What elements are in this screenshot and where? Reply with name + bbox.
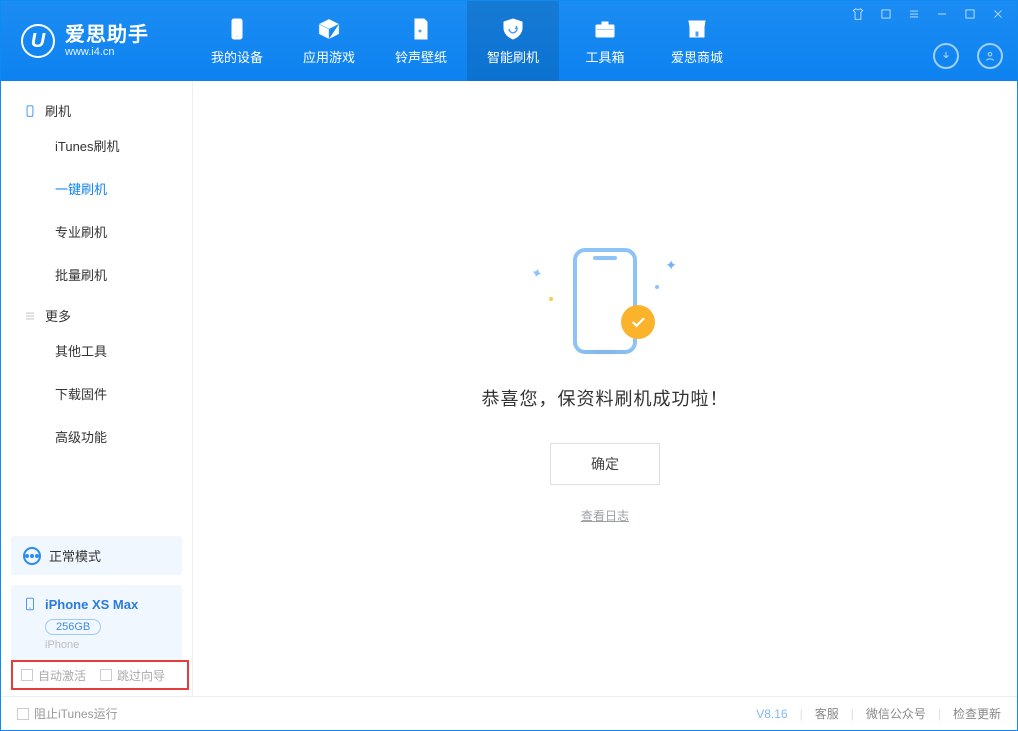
- refresh-shield-icon: [501, 17, 525, 41]
- sidebar-item-pro-flash[interactable]: 专业刷机: [1, 210, 192, 253]
- toolbox-icon: [593, 17, 617, 41]
- version-label: V8.16: [756, 707, 787, 721]
- tab-flash[interactable]: 智能刷机: [467, 1, 559, 81]
- close-icon[interactable]: [991, 7, 1005, 21]
- auto-activate-checkbox[interactable]: 自动激活: [21, 667, 86, 684]
- tab-store[interactable]: 爱思商城: [651, 1, 743, 81]
- main-content: ✦ ✦ 恭喜您，保资料刷机成功啦！ 确定 查看日志: [193, 81, 1017, 696]
- sidebar: 刷机 iTunes刷机 一键刷机 专业刷机 批量刷机 更多 其他工具 下载固件 …: [1, 81, 193, 696]
- sidebar-item-itunes-flash[interactable]: iTunes刷机: [1, 124, 192, 167]
- device-name: iPhone XS Max: [45, 597, 138, 612]
- support-link[interactable]: 客服: [815, 705, 839, 722]
- maximize-icon[interactable]: [963, 7, 977, 21]
- logo-icon: U: [21, 24, 55, 58]
- window-controls: [851, 7, 1005, 21]
- minimize-icon[interactable]: [935, 7, 949, 21]
- mode-icon: [23, 547, 41, 565]
- sidebar-item-other-tools[interactable]: 其他工具: [1, 329, 192, 372]
- flash-result: ✦ ✦ 恭喜您，保资料刷机成功啦！ 确定 查看日志: [193, 241, 1017, 524]
- app-header: U 爱思助手 www.i4.cn 我的设备 应用游戏 铃声壁纸 智能刷机 工具箱: [1, 1, 1017, 81]
- success-illustration: ✦ ✦: [525, 241, 685, 361]
- device-icon: [225, 17, 249, 41]
- tab-apps[interactable]: 应用游戏: [283, 1, 375, 81]
- device-info[interactable]: iPhone XS Max 256GB iPhone: [11, 585, 182, 661]
- app-title: 爱思助手: [65, 24, 149, 46]
- sidebar-group-flash: 刷机: [1, 91, 192, 124]
- view-log-link[interactable]: 查看日志: [581, 507, 629, 524]
- mode-status: 正常模式: [11, 536, 182, 575]
- app-logo: U 爱思助手 www.i4.cn: [1, 1, 191, 81]
- store-icon: [685, 17, 709, 41]
- tshirt-icon[interactable]: [851, 7, 865, 21]
- box-icon[interactable]: [879, 7, 893, 21]
- tab-toolbox[interactable]: 工具箱: [559, 1, 651, 81]
- sidebar-item-onekey-flash[interactable]: 一键刷机: [1, 167, 192, 210]
- option-highlight-box: 自动激活 跳过向导: [11, 660, 189, 690]
- nav-tabs: 我的设备 应用游戏 铃声壁纸 智能刷机 工具箱 爱思商城: [191, 1, 743, 81]
- stop-itunes-checkbox[interactable]: 阻止iTunes运行: [17, 705, 118, 722]
- menu-icon[interactable]: [907, 7, 921, 21]
- lines-icon: [23, 309, 37, 323]
- music-file-icon: [409, 17, 433, 41]
- tab-mydevice[interactable]: 我的设备: [191, 1, 283, 81]
- header-actions: [933, 43, 1003, 69]
- footer: 阻止iTunes运行 V8.16 | 客服 | 微信公众号 | 检查更新: [1, 696, 1017, 730]
- device-storage: 256GB: [45, 619, 101, 635]
- wechat-link[interactable]: 微信公众号: [866, 705, 926, 722]
- tab-ringtone[interactable]: 铃声壁纸: [375, 1, 467, 81]
- result-message: 恭喜您，保资料刷机成功啦！: [482, 385, 729, 411]
- update-link[interactable]: 检查更新: [953, 705, 1001, 722]
- download-button[interactable]: [933, 43, 959, 69]
- ok-button[interactable]: 确定: [550, 443, 660, 485]
- account-button[interactable]: [977, 43, 1003, 69]
- phone-icon: [23, 595, 37, 613]
- sidebar-item-batch-flash[interactable]: 批量刷机: [1, 253, 192, 296]
- device-type: iPhone: [45, 639, 170, 651]
- sidebar-group-more: 更多: [1, 296, 192, 329]
- cube-icon: [317, 17, 341, 41]
- phone-outline-icon: [23, 104, 37, 118]
- sidebar-item-advanced[interactable]: 高级功能: [1, 415, 192, 458]
- app-subtitle: www.i4.cn: [65, 46, 149, 58]
- sidebar-item-download-firmware[interactable]: 下载固件: [1, 372, 192, 415]
- check-badge-icon: [621, 305, 655, 339]
- skip-guide-checkbox[interactable]: 跳过向导: [100, 667, 165, 684]
